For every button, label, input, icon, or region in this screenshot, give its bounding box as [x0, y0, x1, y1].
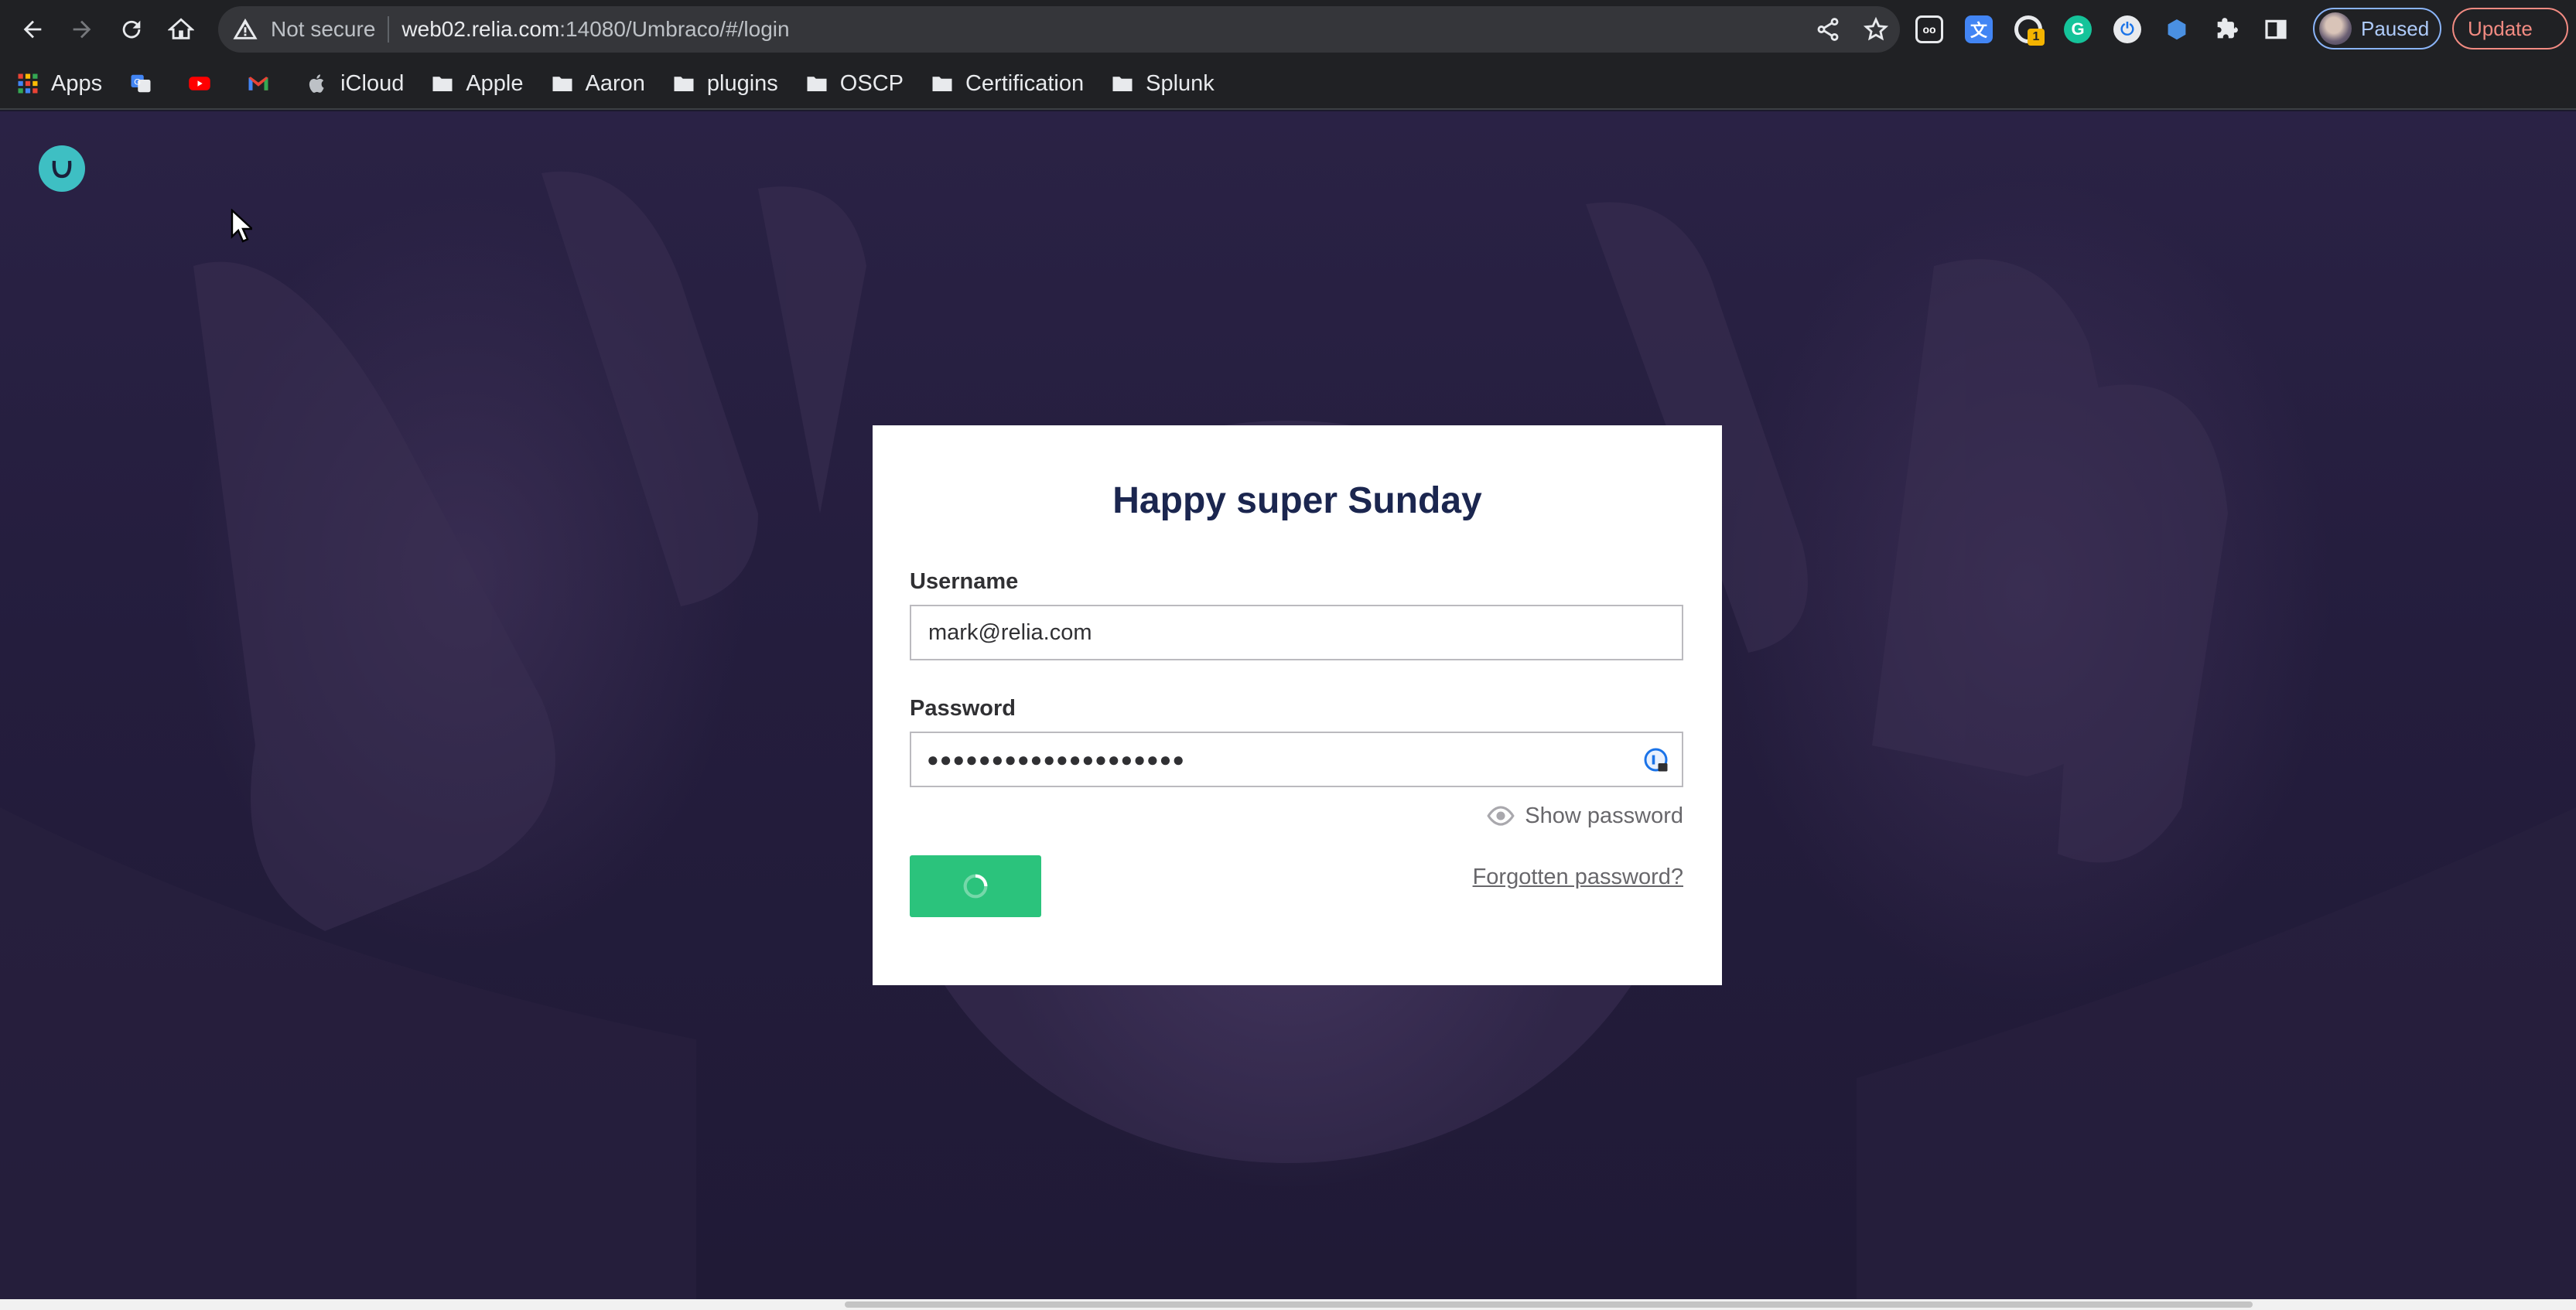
- security-label[interactable]: Not secure: [271, 17, 375, 42]
- password-manager-extension-icon[interactable]: ⏻: [2113, 15, 2141, 43]
- bookmarks-bar: Apps G iCloud Apple Aaron plugins OSCP C…: [0, 59, 2576, 110]
- extensions-strip: oo 文 1 G ⏻ ⬢: [1915, 6, 2290, 53]
- forward-button[interactable]: [59, 6, 105, 53]
- username-label: Username: [910, 569, 1019, 594]
- eye-icon: [1487, 806, 1515, 826]
- translate-icon: G: [128, 71, 153, 96]
- password-manager-icon[interactable]: [1643, 747, 1671, 775]
- url-host: web02.relia.com: [401, 17, 560, 41]
- reader-extension-icon[interactable]: oo: [1915, 15, 1943, 43]
- extensions-puzzle-icon[interactable]: [2212, 15, 2240, 43]
- tracker-extension-icon[interactable]: 1: [2014, 15, 2045, 46]
- folder-icon: [671, 71, 696, 96]
- browser-toolbar: Not secure web02.relia.com:14080/Umbraco…: [0, 0, 2576, 59]
- show-password-label: Show password: [1525, 803, 1683, 828]
- share-icon[interactable]: [1815, 16, 1841, 43]
- folder-icon: [550, 71, 575, 96]
- folder-icon: [805, 71, 829, 96]
- bookmark-label: Apple: [466, 70, 524, 96]
- loading-spinner-icon: [963, 874, 988, 899]
- url-path: :14080/Umbraco/#/login: [559, 17, 790, 41]
- gmail-icon: [246, 71, 271, 96]
- shield-extension-icon[interactable]: ⬢: [2163, 15, 2191, 43]
- youtube-icon: [187, 71, 212, 96]
- bookmark-folder-certification[interactable]: Certification: [930, 71, 1084, 97]
- bookmark-folder-aaron[interactable]: Aaron: [550, 71, 645, 97]
- bookmark-label: Aaron: [585, 70, 645, 96]
- bookmark-folder-plugins[interactable]: plugins: [671, 71, 778, 97]
- apple-icon: [305, 71, 330, 96]
- forgotten-password-link[interactable]: Forgotten password?: [1473, 865, 1683, 890]
- login-title: Happy super Sunday: [1112, 480, 1482, 521]
- folder-icon: [930, 71, 955, 96]
- show-password-toggle[interactable]: Show password: [1486, 801, 1683, 831]
- login-page: Happy super Sunday Username Password ●●●…: [0, 111, 2576, 1299]
- apps-grid-icon: [15, 71, 40, 96]
- bookmark-label: plugins: [706, 70, 778, 96]
- translate-extension-icon[interactable]: 文: [1965, 15, 1993, 43]
- password-field[interactable]: ●●●●●●●●●●●●●●●●●●●●: [910, 732, 1683, 787]
- bookmark-star-icon[interactable]: [1863, 16, 1889, 43]
- address-bar[interactable]: Not secure web02.relia.com:14080/Umbraco…: [218, 6, 1900, 53]
- login-card: Happy super Sunday Username Password ●●●…: [873, 425, 1722, 985]
- arrow-left-icon: [23, 20, 42, 39]
- svg-text:G: G: [134, 77, 141, 87]
- side-panel-icon[interactable]: [2262, 15, 2290, 43]
- password-input[interactable]: ●●●●●●●●●●●●●●●●●●●●: [927, 748, 1185, 772]
- bookmark-label: OSCP: [839, 70, 904, 96]
- folder-icon: [430, 71, 455, 96]
- bookmark-folder-splunk[interactable]: Splunk: [1110, 71, 1215, 97]
- grammarly-extension-icon[interactable]: G: [2064, 15, 2092, 43]
- mouse-cursor-icon: [231, 209, 252, 243]
- username-input[interactable]: [927, 619, 1626, 646]
- bookmark-youtube[interactable]: [187, 71, 223, 96]
- bottom-scrollbar[interactable]: [0, 1299, 2576, 1310]
- omnibox-actions: [1815, 6, 1889, 53]
- bookmark-label: Splunk: [1146, 70, 1215, 96]
- bookmark-gmail[interactable]: [246, 71, 282, 96]
- reload-button[interactable]: [108, 6, 155, 53]
- profile-status: Paused: [2361, 16, 2430, 40]
- avatar: [2319, 12, 2352, 45]
- bookmark-folder-oscp[interactable]: OSCP: [805, 71, 904, 97]
- update-button[interactable]: Update: [2452, 8, 2568, 49]
- update-label: Update: [2468, 16, 2533, 40]
- bookmark-icloud[interactable]: iCloud: [305, 71, 404, 97]
- bookmark-folder-apple[interactable]: Apple: [430, 70, 524, 97]
- password-label: Password: [910, 696, 1016, 721]
- home-icon: [168, 18, 194, 39]
- omnibox-divider: [388, 16, 390, 43]
- username-field[interactable]: [910, 605, 1683, 660]
- bookmark-translate[interactable]: G: [128, 71, 164, 96]
- url-text[interactable]: web02.relia.com:14080/Umbraco/#/login: [401, 17, 789, 42]
- reload-icon: [122, 20, 141, 39]
- warning-icon: [233, 18, 258, 39]
- home-button[interactable]: [158, 6, 204, 53]
- bookmark-apps[interactable]: Apps: [15, 71, 102, 97]
- bookmark-label: Apps: [51, 70, 103, 96]
- login-button[interactable]: [910, 855, 1041, 917]
- back-button[interactable]: [9, 6, 56, 53]
- scrollbar-thumb[interactable]: [845, 1301, 2253, 1308]
- extension-badge: 1: [2028, 29, 2045, 46]
- arrow-right-icon: [73, 20, 91, 39]
- folder-icon: [1110, 71, 1135, 96]
- bookmark-label: Certification: [965, 70, 1085, 96]
- umbraco-logo: [39, 145, 85, 192]
- profile-button[interactable]: Paused: [2313, 8, 2441, 49]
- bookmark-label: iCloud: [340, 70, 405, 96]
